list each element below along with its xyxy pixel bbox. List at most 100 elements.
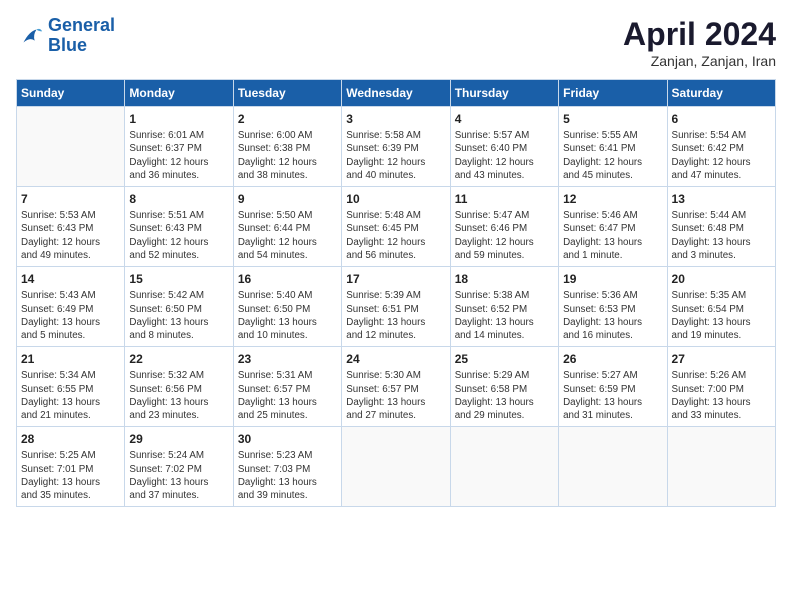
day-info: Sunrise: 5:24 AM Sunset: 7:02 PM Dayligh… bbox=[129, 449, 228, 502]
day-info: Sunrise: 5:27 AM Sunset: 6:59 PM Dayligh… bbox=[563, 369, 662, 422]
day-info: Sunrise: 5:54 AM Sunset: 6:42 PM Dayligh… bbox=[672, 129, 771, 182]
calendar-cell: 11 Sunrise: 5:47 AM Sunset: 6:46 PM Dayli… bbox=[450, 187, 558, 267]
day-info: Sunrise: 5:34 AM Sunset: 6:55 PM Dayligh… bbox=[21, 369, 120, 422]
day-info: Sunrise: 5:43 AM Sunset: 6:49 PM Dayligh… bbox=[21, 289, 120, 342]
calendar-cell: 10 Sunrise: 5:48 AM Sunset: 6:45 PM Dayli… bbox=[342, 187, 450, 267]
calendar-cell: 17Sunrise: 5:39 AM Sunset: 6:51 PM Dayli… bbox=[342, 267, 450, 347]
calendar-cell: 15Sunrise: 5:42 AM Sunset: 6:50 PM Dayli… bbox=[125, 267, 233, 347]
day-number: 16 bbox=[238, 271, 337, 287]
calendar-cell: 22 Sunrise: 5:32 AM Sunset: 6:56 PM Dayli… bbox=[125, 347, 233, 427]
day-number: 2 bbox=[238, 111, 337, 127]
day-number: 4 bbox=[455, 111, 554, 127]
column-header-wednesday: Wednesday bbox=[342, 80, 450, 107]
calendar-cell: 12Sunrise: 5:46 AM Sunset: 6:47 PM Dayli… bbox=[559, 187, 667, 267]
calendar-cell: 1 Sunrise: 6:01 AM Sunset: 6:37 PM Daylig… bbox=[125, 107, 233, 187]
calendar-cell: 5 Sunrise: 5:55 AM Sunset: 6:41 PM Daylig… bbox=[559, 107, 667, 187]
calendar-cell: 16 Sunrise: 5:40 AM Sunset: 6:50 PM Dayli… bbox=[233, 267, 341, 347]
day-info: Sunrise: 5:46 AM Sunset: 6:47 PM Dayligh… bbox=[563, 209, 662, 262]
day-info: Sunrise: 5:31 AM Sunset: 6:57 PM Dayligh… bbox=[238, 369, 337, 422]
day-info: Sunrise: 5:23 AM Sunset: 7:03 PM Dayligh… bbox=[238, 449, 337, 502]
day-info: Sunrise: 5:40 AM Sunset: 6:50 PM Dayligh… bbox=[238, 289, 337, 342]
day-info: Sunrise: 5:36 AM Sunset: 6:53 PM Dayligh… bbox=[563, 289, 662, 342]
day-number: 11 bbox=[455, 191, 554, 207]
calendar-cell: 26 Sunrise: 5:27 AM Sunset: 6:59 PM Dayli… bbox=[559, 347, 667, 427]
day-number: 8 bbox=[129, 191, 228, 207]
calendar-cell: 13 Sunrise: 5:44 AM Sunset: 6:48 PM Dayli… bbox=[667, 187, 775, 267]
column-header-sunday: Sunday bbox=[17, 80, 125, 107]
day-info: Sunrise: 5:44 AM Sunset: 6:48 PM Dayligh… bbox=[672, 209, 771, 262]
calendar-cell: 30 Sunrise: 5:23 AM Sunset: 7:03 PM Dayli… bbox=[233, 427, 341, 507]
calendar-cell: 25 Sunrise: 5:29 AM Sunset: 6:58 PM Dayli… bbox=[450, 347, 558, 427]
day-number: 5 bbox=[563, 111, 662, 127]
logo-bird-icon bbox=[16, 22, 44, 50]
calendar-cell: 18 Sunrise: 5:38 AM Sunset: 6:52 PM Dayli… bbox=[450, 267, 558, 347]
day-number: 18 bbox=[455, 271, 554, 287]
day-info: Sunrise: 5:32 AM Sunset: 6:56 PM Dayligh… bbox=[129, 369, 228, 422]
calendar-cell: 23Sunrise: 5:31 AM Sunset: 6:57 PM Dayli… bbox=[233, 347, 341, 427]
column-header-friday: Friday bbox=[559, 80, 667, 107]
calendar-cell: 24 Sunrise: 5:30 AM Sunset: 6:57 PM Dayli… bbox=[342, 347, 450, 427]
day-number: 14 bbox=[21, 271, 120, 287]
logo-text-line1: General bbox=[48, 16, 115, 36]
column-header-tuesday: Tuesday bbox=[233, 80, 341, 107]
day-number: 28 bbox=[21, 431, 120, 447]
day-info: Sunrise: 5:57 AM Sunset: 6:40 PM Dayligh… bbox=[455, 129, 554, 182]
day-number: 26 bbox=[563, 351, 662, 367]
day-number: 6 bbox=[672, 111, 771, 127]
column-header-thursday: Thursday bbox=[450, 80, 558, 107]
day-number: 9 bbox=[238, 191, 337, 207]
calendar-title: April 2024 bbox=[623, 16, 776, 53]
day-info: Sunrise: 5:55 AM Sunset: 6:41 PM Dayligh… bbox=[563, 129, 662, 182]
logo: General Blue bbox=[16, 16, 115, 56]
day-info: Sunrise: 5:47 AM Sunset: 6:46 PM Dayligh… bbox=[455, 209, 554, 262]
day-info: Sunrise: 5:30 AM Sunset: 6:57 PM Dayligh… bbox=[346, 369, 445, 422]
calendar-cell bbox=[342, 427, 450, 507]
day-info: Sunrise: 6:00 AM Sunset: 6:38 PM Dayligh… bbox=[238, 129, 337, 182]
column-header-monday: Monday bbox=[125, 80, 233, 107]
logo-text-line2: Blue bbox=[48, 36, 115, 56]
page-header: General Blue April 2024 Zanjan, Zanjan, … bbox=[16, 16, 776, 69]
calendar-cell: 2 Sunrise: 6:00 AM Sunset: 6:38 PM Daylig… bbox=[233, 107, 341, 187]
calendar-cell: 29 Sunrise: 5:24 AM Sunset: 7:02 PM Dayli… bbox=[125, 427, 233, 507]
day-number: 20 bbox=[672, 271, 771, 287]
day-info: Sunrise: 5:50 AM Sunset: 6:44 PM Dayligh… bbox=[238, 209, 337, 262]
day-number: 30 bbox=[238, 431, 337, 447]
day-number: 27 bbox=[672, 351, 771, 367]
calendar-cell: 9 Sunrise: 5:50 AM Sunset: 6:44 PM Daylig… bbox=[233, 187, 341, 267]
title-block: April 2024 Zanjan, Zanjan, Iran bbox=[623, 16, 776, 69]
day-info: Sunrise: 5:38 AM Sunset: 6:52 PM Dayligh… bbox=[455, 289, 554, 342]
calendar-cell: 8 Sunrise: 5:51 AM Sunset: 6:43 PM Daylig… bbox=[125, 187, 233, 267]
calendar-cell: 14 Sunrise: 5:43 AM Sunset: 6:49 PM Dayli… bbox=[17, 267, 125, 347]
day-info: Sunrise: 5:51 AM Sunset: 6:43 PM Dayligh… bbox=[129, 209, 228, 262]
day-info: Sunrise: 5:26 AM Sunset: 7:00 PM Dayligh… bbox=[672, 369, 771, 422]
calendar-cell: 7Sunrise: 5:53 AM Sunset: 6:43 PM Daylig… bbox=[17, 187, 125, 267]
day-info: Sunrise: 6:01 AM Sunset: 6:37 PM Dayligh… bbox=[129, 129, 228, 182]
day-number: 24 bbox=[346, 351, 445, 367]
calendar-cell: 27 Sunrise: 5:26 AM Sunset: 7:00 PM Dayli… bbox=[667, 347, 775, 427]
day-info: Sunrise: 5:58 AM Sunset: 6:39 PM Dayligh… bbox=[346, 129, 445, 182]
day-info: Sunrise: 5:39 AM Sunset: 6:51 PM Dayligh… bbox=[346, 289, 445, 342]
day-number: 1 bbox=[129, 111, 228, 127]
day-info: Sunrise: 5:53 AM Sunset: 6:43 PM Dayligh… bbox=[21, 209, 120, 262]
day-info: Sunrise: 5:29 AM Sunset: 6:58 PM Dayligh… bbox=[455, 369, 554, 422]
day-number: 19 bbox=[563, 271, 662, 287]
calendar-cell: 3Sunrise: 5:58 AM Sunset: 6:39 PM Daylig… bbox=[342, 107, 450, 187]
calendar-cell bbox=[559, 427, 667, 507]
day-number: 21 bbox=[21, 351, 120, 367]
calendar-cell bbox=[667, 427, 775, 507]
calendar-subtitle: Zanjan, Zanjan, Iran bbox=[623, 53, 776, 69]
day-number: 10 bbox=[346, 191, 445, 207]
day-number: 13 bbox=[672, 191, 771, 207]
calendar-cell bbox=[17, 107, 125, 187]
calendar-cell: 4 Sunrise: 5:57 AM Sunset: 6:40 PM Daylig… bbox=[450, 107, 558, 187]
day-info: Sunrise: 5:48 AM Sunset: 6:45 PM Dayligh… bbox=[346, 209, 445, 262]
day-info: Sunrise: 5:42 AM Sunset: 6:50 PM Dayligh… bbox=[129, 289, 228, 342]
day-info: Sunrise: 5:35 AM Sunset: 6:54 PM Dayligh… bbox=[672, 289, 771, 342]
day-info: Sunrise: 5:25 AM Sunset: 7:01 PM Dayligh… bbox=[21, 449, 120, 502]
calendar-cell bbox=[450, 427, 558, 507]
day-number: 22 bbox=[129, 351, 228, 367]
day-number: 25 bbox=[455, 351, 554, 367]
column-header-saturday: Saturday bbox=[667, 80, 775, 107]
calendar-cell: 28 Sunrise: 5:25 AM Sunset: 7:01 PM Dayli… bbox=[17, 427, 125, 507]
day-number: 29 bbox=[129, 431, 228, 447]
